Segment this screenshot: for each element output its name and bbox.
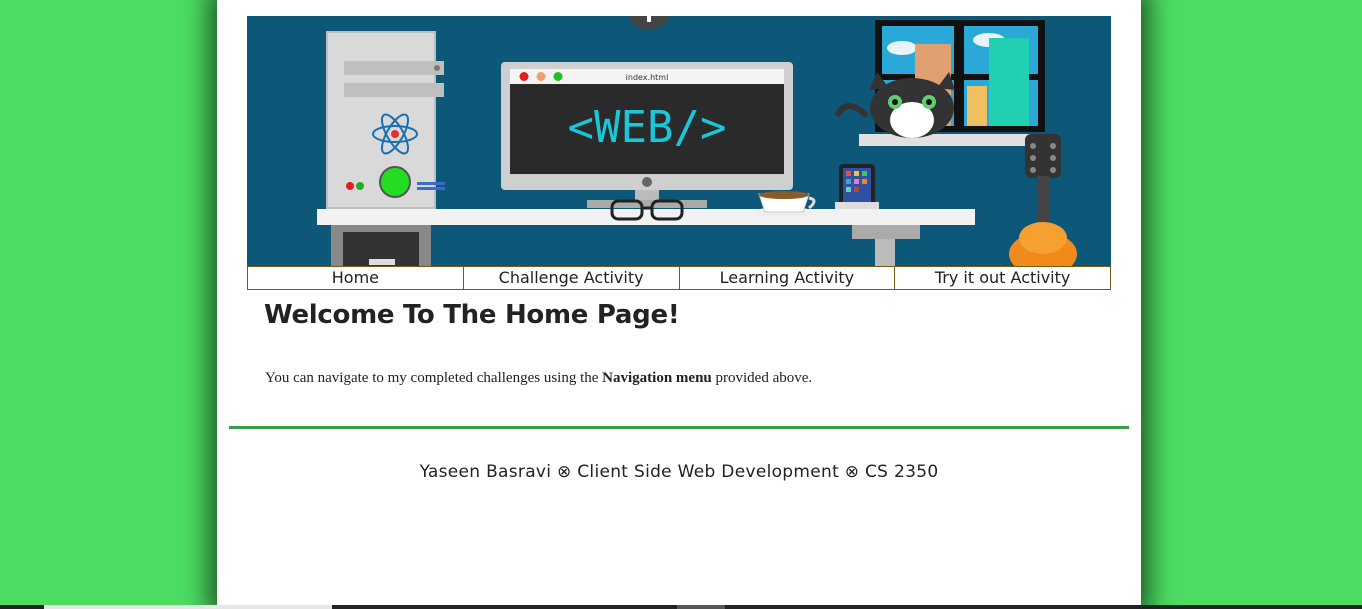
nav-item-learning-activity[interactable]: Learning Activity <box>679 266 896 290</box>
navigation-menu: Home Challenge Activity Learning Activit… <box>247 266 1111 290</box>
header-banner: index.html <WEB/> <box>247 16 1111 267</box>
page-title: Welcome To The Home Page! <box>264 300 680 330</box>
intro-text-before: You can navigate to my completed challen… <box>265 370 603 386</box>
phone-icon <box>835 164 879 209</box>
nav-item-try-it-out-activity[interactable]: Try it out Activity <box>895 266 1111 290</box>
taskbar <box>0 605 1362 609</box>
nav-item-challenge-activity[interactable]: Challenge Activity <box>463 266 680 290</box>
monitor-icon: index.html <WEB/> <box>501 62 793 208</box>
banner-illustration: index.html <WEB/> <box>317 16 1077 267</box>
monitor-screen-text: <WEB/> <box>568 102 727 153</box>
footer-divider <box>229 426 1129 429</box>
footer-text: Yaseen Basravi ⊗ Client Side Web Develop… <box>419 462 939 482</box>
desk <box>317 209 975 225</box>
coffee-cup-icon <box>754 191 816 217</box>
nav-item-home[interactable]: Home <box>247 266 464 290</box>
intro-paragraph: You can navigate to my completed challen… <box>265 370 812 387</box>
intro-text-after: provided above. <box>711 370 813 386</box>
intro-text-bold: Navigation menu <box>602 370 712 386</box>
page-container: index.html <WEB/> Home Challenge Activit… <box>217 0 1141 605</box>
computer-tower-icon <box>326 31 445 209</box>
taskbar-segment <box>44 605 332 609</box>
guitar-icon <box>1009 134 1077 267</box>
monitor-tab-title: index.html <box>626 73 669 82</box>
taskbar-segment <box>677 605 725 609</box>
